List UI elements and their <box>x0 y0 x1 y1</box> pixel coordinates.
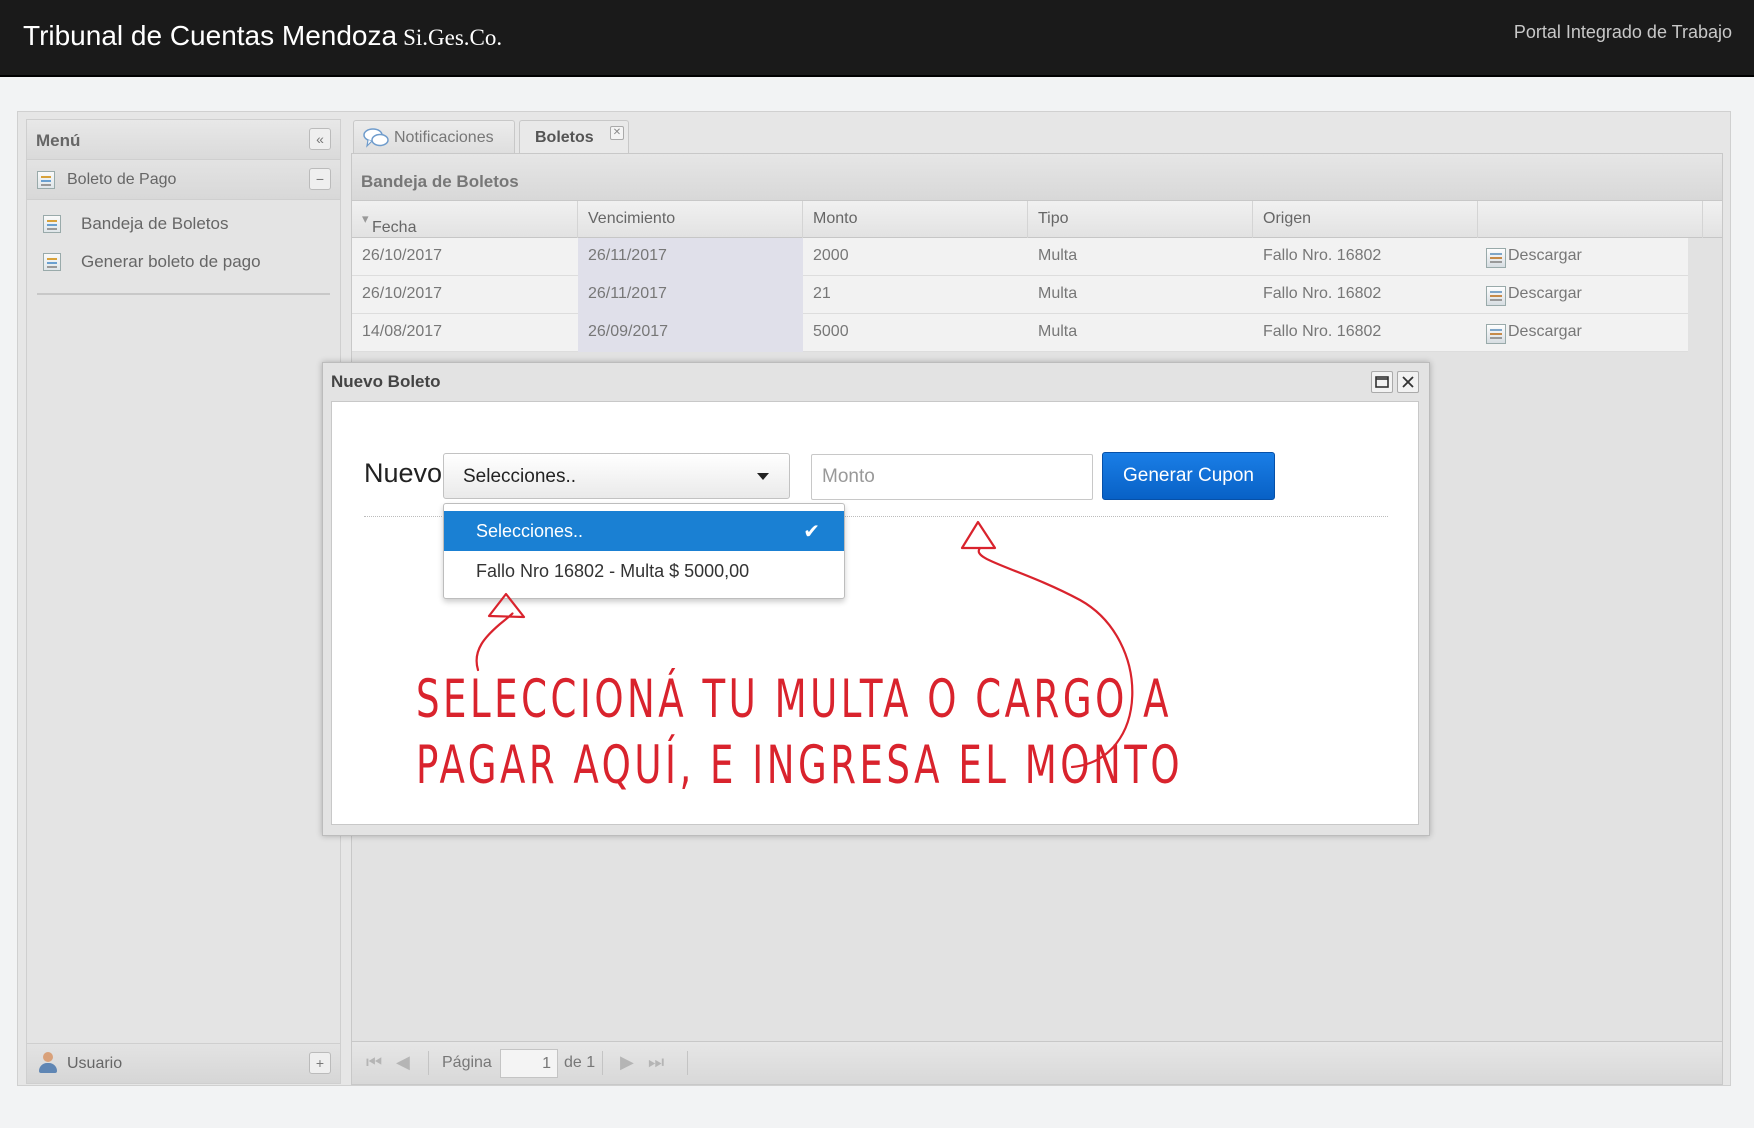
cell-origen: Fallo Nro. 16802 <box>1263 285 1382 302</box>
cell-tipo: Multa <box>1038 247 1078 264</box>
cell-vencimiento: 26/09/2017 <box>578 314 803 352</box>
table-row[interactable]: 26/10/2017 26/11/2017 2000 Multa Fallo N… <box>352 238 1688 276</box>
maximize-icon[interactable] <box>1371 371 1393 393</box>
sidebar-item-label: Generar boleto de pago <box>81 252 261 271</box>
grid-body: 26/10/2017 26/11/2017 2000 Multa Fallo N… <box>352 238 1688 352</box>
download-link[interactable]: Descargar <box>1478 276 1688 314</box>
dropdown-option-selected[interactable]: Selecciones.. ✔ <box>444 511 844 551</box>
column-monto[interactable]: Monto <box>803 201 1028 238</box>
cell-vencimiento: 26/11/2017 <box>578 276 803 314</box>
list-icon <box>43 215 61 233</box>
cell-monto: 21 <box>813 285 831 302</box>
column-origen[interactable]: Origen <box>1253 201 1478 238</box>
chat-bubbles-icon <box>363 128 389 148</box>
user-icon <box>38 1052 58 1074</box>
expand-section-icon[interactable]: + <box>309 1052 331 1074</box>
first-page-icon[interactable]: ⏮ <box>366 1052 382 1073</box>
prev-page-icon[interactable]: ◀ <box>396 1052 410 1073</box>
cell-tipo: Multa <box>1038 323 1078 340</box>
check-icon: ✔ <box>803 521 820 543</box>
column-label: Fecha <box>372 219 417 236</box>
collapse-menu-button[interactable]: « <box>309 128 331 150</box>
fallo-select[interactable]: Selecciones.. <box>443 453 790 499</box>
select-value: Selecciones.. <box>463 466 577 487</box>
tab-label: Notificaciones <box>394 129 494 146</box>
sort-desc-icon: ▾ <box>362 211 369 226</box>
column-tipo[interactable]: Tipo <box>1028 201 1253 238</box>
dialog-title: Nuevo Boleto <box>331 372 441 391</box>
menu-divider <box>37 293 330 295</box>
cell-fecha: 26/10/2017 <box>362 285 443 302</box>
annotation-line-2: PAGAR AQUÍ, E INGRESA EL MONTO <box>416 735 1184 796</box>
page-number-input[interactable]: 1 <box>500 1049 558 1078</box>
nuevo-label: Nuevo <box>364 458 443 488</box>
tab-label: Boletos <box>535 129 594 146</box>
cell-vencimiento: 26/11/2017 <box>578 238 803 276</box>
table-row[interactable]: 26/10/2017 26/11/2017 21 Multa Fallo Nro… <box>352 276 1688 314</box>
cell-monto: 2000 <box>813 247 849 264</box>
cell-fecha: 14/08/2017 <box>362 323 443 340</box>
last-page-icon[interactable]: ⏭ <box>648 1052 664 1073</box>
portal-link[interactable]: Portal Integrado de Trabajo <box>1514 22 1732 43</box>
next-page-icon[interactable]: ▶ <box>620 1052 634 1073</box>
collapse-section-icon[interactable]: − <box>309 168 331 190</box>
top-bar: Tribunal de Cuentas Mendoza Si.Ges.Co. Po… <box>0 0 1754 77</box>
generar-cupon-button[interactable]: Generar Cupon <box>1102 452 1275 500</box>
download-link[interactable]: Descargar <box>1478 238 1688 276</box>
annotation-line-1: SELECCIONÁ TU MULTA O CARGO A <box>416 669 1172 730</box>
cell-origen: Fallo Nro. 16802 <box>1263 247 1382 264</box>
panel-title: Bandeja de Boletos <box>361 172 519 191</box>
sidebar-item-generar[interactable]: Generar boleto de pago <box>27 244 340 280</box>
menu-header: Menú « <box>27 120 340 160</box>
tab-notificaciones[interactable]: Notificaciones <box>353 120 515 154</box>
app-title: Tribunal de Cuentas Mendoza Si.Ges.Co. <box>23 20 502 52</box>
tab-boletos[interactable]: Boletos ✕ <box>519 120 629 155</box>
table-row[interactable]: 14/08/2017 26/09/2017 5000 Multa Fallo N… <box>352 314 1688 352</box>
menu-section-usuario[interactable]: Usuario + <box>27 1043 340 1083</box>
column-acciones <box>1478 201 1703 238</box>
page-count: de 1 <box>564 1054 596 1071</box>
add-document-icon <box>43 253 61 271</box>
sidebar-item-label: Bandeja de Boletos <box>81 214 229 233</box>
annotation-text: SELECCIONÁ TU MULTA O CARGO A PAGAR AQUÍ… <box>416 667 1184 799</box>
panel-header: Bandeja de Boletos <box>352 154 1722 201</box>
caret-down-icon <box>757 473 769 480</box>
menu-section-boleto[interactable]: Boleto de Pago − <box>27 160 340 200</box>
grid-header: Fecha ▾ Vencimiento Monto Tipo Origen <box>352 201 1722 238</box>
column-vencimiento[interactable]: Vencimiento <box>578 201 803 238</box>
cell-monto: 5000 <box>813 323 849 340</box>
menu-panel: Menú « Boleto de Pago − Bandeja de Bolet… <box>26 119 341 1084</box>
close-tab-icon[interactable]: ✕ <box>610 126 624 140</box>
sidebar-item-bandeja[interactable]: Bandeja de Boletos <box>27 206 340 242</box>
ticket-icon <box>37 171 55 189</box>
select-dropdown: Selecciones.. ✔ Fallo Nro 16802 - Multa … <box>443 503 845 599</box>
download-icon <box>1486 248 1506 268</box>
download-icon <box>1486 324 1506 344</box>
download-link[interactable]: Descargar <box>1478 314 1688 352</box>
pager-divider <box>602 1051 603 1075</box>
pager-divider <box>687 1051 688 1075</box>
app-subtitle: Si.Ges.Co. <box>403 25 503 50</box>
cell-tipo: Multa <box>1038 285 1078 302</box>
close-icon[interactable] <box>1397 371 1419 393</box>
column-fecha[interactable]: Fecha ▾ <box>352 201 578 238</box>
cell-origen: Fallo Nro. 16802 <box>1263 323 1382 340</box>
cell-fecha: 26/10/2017 <box>362 247 443 264</box>
pager-divider <box>428 1051 429 1075</box>
monto-input[interactable] <box>811 454 1093 500</box>
app-title-text: Tribunal de Cuentas Mendoza <box>23 20 398 51</box>
pagination-toolbar: ⏮ ◀ Página 1 de 1 ▶ ⏭ <box>352 1041 1722 1084</box>
download-icon <box>1486 286 1506 306</box>
menu-section-label: Boleto de Pago <box>67 171 177 188</box>
page-label: Página <box>442 1054 492 1071</box>
menu-title: Menú <box>36 131 81 150</box>
menu-footer-label: Usuario <box>67 1055 123 1072</box>
dropdown-option-fallo[interactable]: Fallo Nro 16802 - Multa $ 5000,00 <box>444 551 844 591</box>
